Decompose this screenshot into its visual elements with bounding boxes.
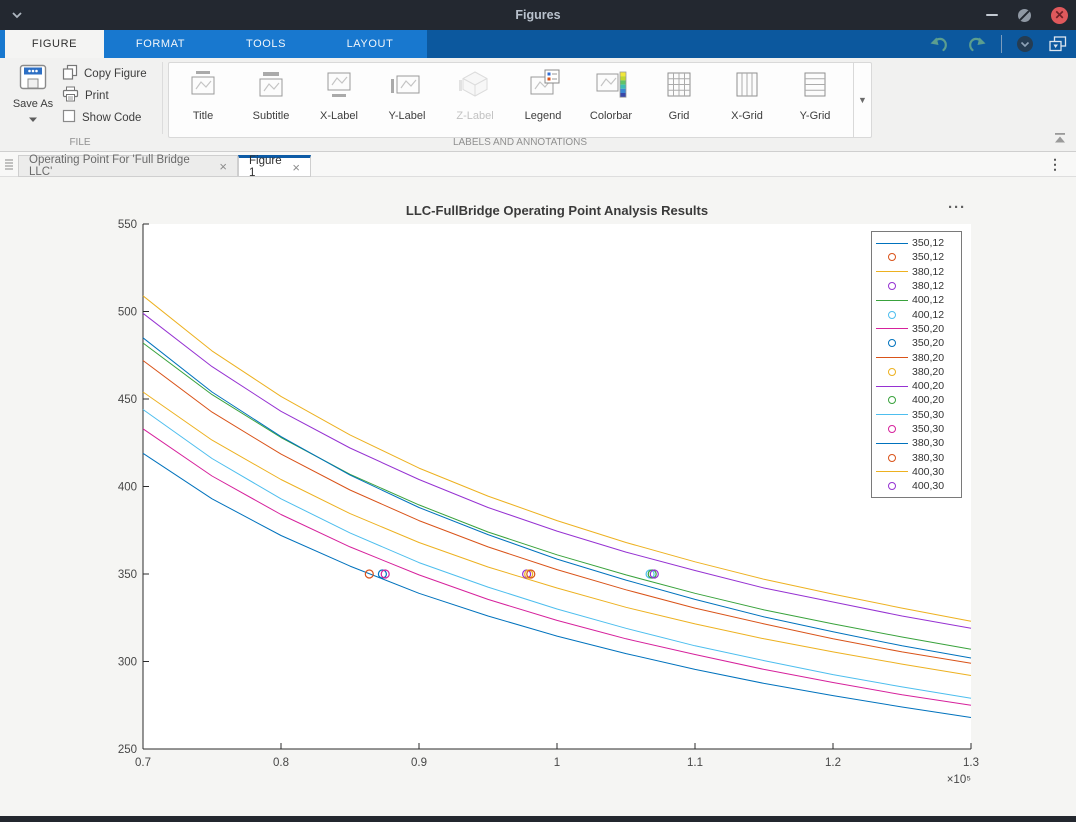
legend-entry: 380,12	[872, 265, 961, 279]
legend-entry: 400,20	[872, 379, 961, 393]
ribbon-button-y-grid[interactable]: Y-Grid	[781, 63, 849, 137]
print-button[interactable]: Print	[62, 86, 147, 105]
background-window-strip	[0, 816, 1076, 822]
ribbon-button-subtitle[interactable]: Subtitle	[237, 63, 305, 137]
ribbon-tab-layout[interactable]: LAYOUT	[315, 30, 425, 58]
chart-title: LLC-FullBridge Operating Point Analysis …	[143, 203, 971, 218]
title-icon	[185, 68, 221, 107]
ribbon-button-z-label: Z-Label	[441, 63, 509, 137]
svg-text:1.2: 1.2	[825, 757, 841, 769]
legend-entry: 380,30	[872, 450, 961, 464]
copy-figure-icon	[62, 64, 78, 83]
annotations-panel: TitleSubtitleX-LabelY-LabelZ-LabelLegend…	[168, 62, 872, 138]
ribbon-button-x-label[interactable]: X-Label	[305, 63, 373, 137]
ylabel-icon	[389, 68, 425, 107]
svg-text:450: 450	[118, 394, 137, 406]
window-title: Figures	[0, 8, 1076, 22]
ribbon-button-legend[interactable]: Legend	[509, 63, 577, 137]
annotations-section-caption: LABELS AND ANNOTATIONS	[168, 137, 872, 148]
undock-windows-icon[interactable]	[1048, 35, 1068, 53]
ribbon-button-title[interactable]: Title	[169, 63, 237, 137]
collapse-ribbon-icon[interactable]	[1052, 131, 1068, 145]
ribbon-button-x-grid[interactable]: X-Grid	[713, 63, 781, 137]
minimize-button[interactable]	[986, 14, 998, 16]
drag-grip-icon[interactable]	[4, 158, 14, 171]
window-titlebar: Figures ✕	[0, 0, 1076, 30]
legend-entry: 400,12	[872, 293, 961, 307]
svg-text:350: 350	[118, 569, 137, 581]
colorbar-icon	[593, 68, 629, 107]
checkbox-icon	[62, 109, 76, 126]
svg-text:500: 500	[118, 307, 137, 319]
ribbon-tab-figure[interactable]: FIGURE	[5, 30, 104, 58]
svg-text:1: 1	[554, 757, 560, 769]
svg-text:400: 400	[118, 482, 137, 494]
legend-entry: 350,30	[872, 422, 961, 436]
legend-entry: 350,20	[872, 336, 961, 350]
section-divider	[162, 62, 163, 134]
legend-entry: 400,20	[872, 393, 961, 407]
grid-icon	[661, 68, 697, 107]
legend-entry: 350,30	[872, 408, 961, 422]
redo-icon[interactable]	[965, 35, 987, 53]
zlabel-icon	[457, 68, 493, 107]
legend-entry: 400,30	[872, 465, 961, 479]
save-as-label: Save As	[13, 98, 53, 110]
legend-entry: 400,12	[872, 307, 961, 321]
figure-tab-operating-point[interactable]: Operating Point For 'Full Bridge LLC' ×	[18, 155, 238, 177]
ribbon-toolbar: Save As Copy Figure Print Show Code FILE T…	[0, 58, 1076, 152]
figure-canvas: LLC-FullBridge Operating Point Analysis …	[0, 177, 1076, 816]
ribbon-button-y-label[interactable]: Y-Label	[373, 63, 441, 137]
undo-icon[interactable]	[929, 35, 951, 53]
ribbon-tab-format[interactable]: FORMAT	[104, 30, 217, 58]
caret-down-icon	[28, 110, 38, 128]
legend-entry: 400,30	[872, 479, 961, 493]
svg-text:0.8: 0.8	[273, 757, 289, 769]
svg-text:×10⁵: ×10⁵	[947, 774, 972, 786]
ribbon-tab-tools[interactable]: TOOLS	[217, 30, 315, 58]
svg-text:250: 250	[118, 744, 137, 756]
close-tab-icon[interactable]: ×	[219, 160, 227, 173]
legend-entry: 380,20	[872, 365, 961, 379]
quick-access-dropdown-icon[interactable]	[1016, 35, 1034, 53]
ribbon-button-colorbar[interactable]: Colorbar	[577, 63, 645, 137]
close-tab-icon[interactable]: ×	[292, 161, 300, 174]
svg-text:1.1: 1.1	[687, 757, 703, 769]
legend-entry: 350,20	[872, 322, 961, 336]
copy-figure-button[interactable]: Copy Figure	[62, 64, 147, 83]
legend-entry: 350,12	[872, 250, 961, 264]
svg-text:300: 300	[118, 657, 137, 669]
close-button[interactable]: ✕	[1051, 7, 1068, 24]
ribbon-tab-bar: FIGURE FORMAT TOOLS LAYOUT	[0, 30, 1076, 58]
chevron-down-icon[interactable]	[8, 7, 26, 23]
toolbar-separator	[1001, 35, 1002, 53]
save-as-button[interactable]: Save As	[8, 64, 58, 134]
xgrid-icon	[729, 68, 765, 107]
legend-entry: 380,12	[872, 279, 961, 293]
legend-entry: 350,12	[872, 236, 961, 250]
legend-entry: 380,30	[872, 436, 961, 450]
svg-text:550: 550	[118, 219, 137, 231]
ribbon-button-grid[interactable]: Grid	[645, 63, 713, 137]
svg-text:1.3: 1.3	[963, 757, 979, 769]
print-icon	[62, 86, 79, 105]
annotations-dropdown-icon[interactable]: ▼	[853, 63, 871, 137]
tab-overflow-menu-icon[interactable]: ⋮	[1048, 156, 1062, 173]
subtitle-icon	[253, 68, 289, 107]
file-section-caption: FILE	[0, 137, 160, 148]
show-code-button[interactable]: Show Code	[62, 108, 147, 127]
legend-icon	[525, 68, 561, 107]
figure-tab-bar: Operating Point For 'Full Bridge LLC' × …	[0, 152, 1076, 177]
axes-toolbar-ellipsis[interactable]: ···	[948, 199, 966, 216]
ygrid-icon	[797, 68, 833, 107]
chart-legend[interactable]: 350,12350,12380,12380,12400,12400,12350,…	[871, 231, 962, 498]
save-icon	[19, 64, 47, 95]
xlabel-icon	[321, 68, 357, 107]
svg-text:0.7: 0.7	[135, 757, 151, 769]
figure-tab-figure-1[interactable]: Figure 1 ×	[238, 155, 311, 177]
restore-button[interactable]	[1018, 9, 1031, 22]
legend-entry: 380,20	[872, 350, 961, 364]
file-menu-items: Copy Figure Print Show Code	[62, 64, 147, 127]
svg-text:0.9: 0.9	[411, 757, 427, 769]
